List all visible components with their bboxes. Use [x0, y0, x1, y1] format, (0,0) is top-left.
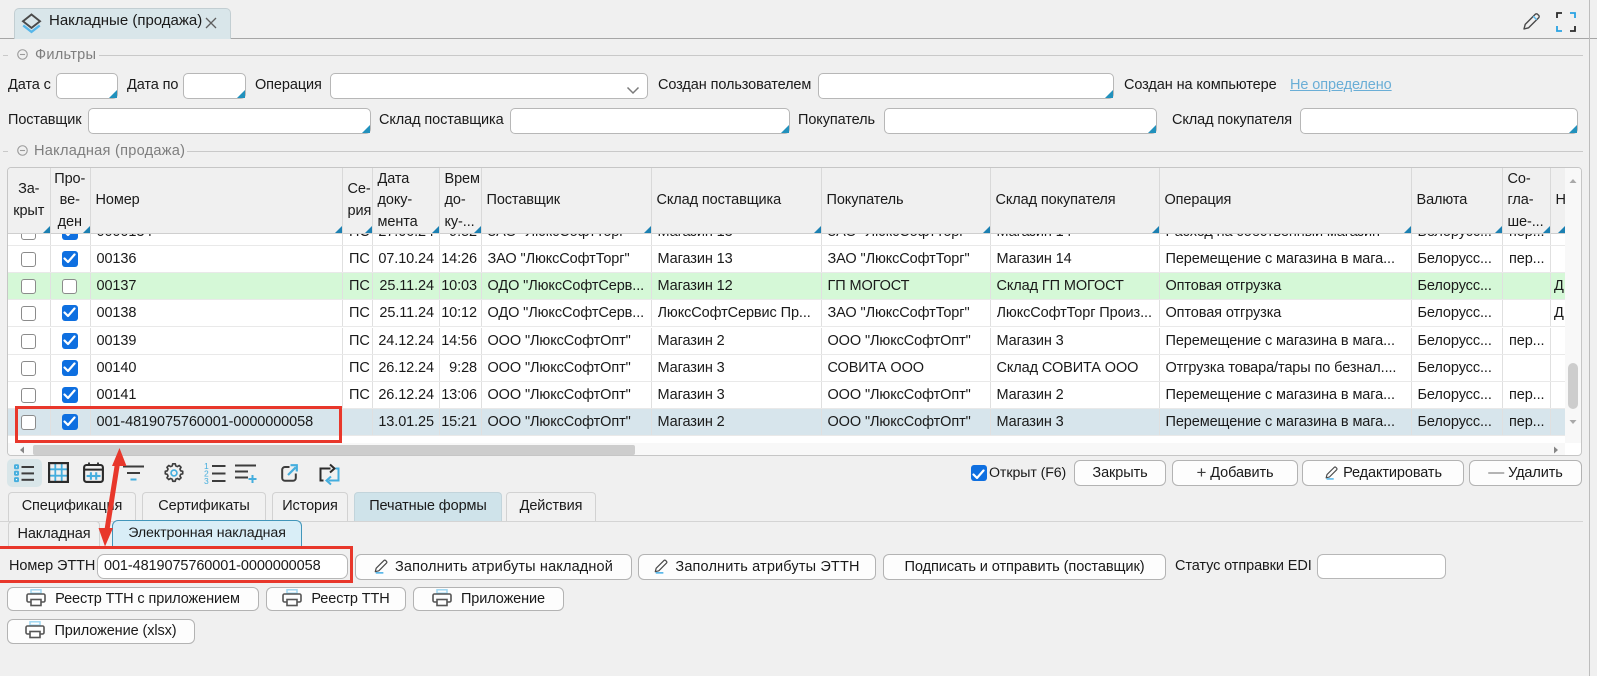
svg-text:3: 3 [204, 476, 209, 484]
